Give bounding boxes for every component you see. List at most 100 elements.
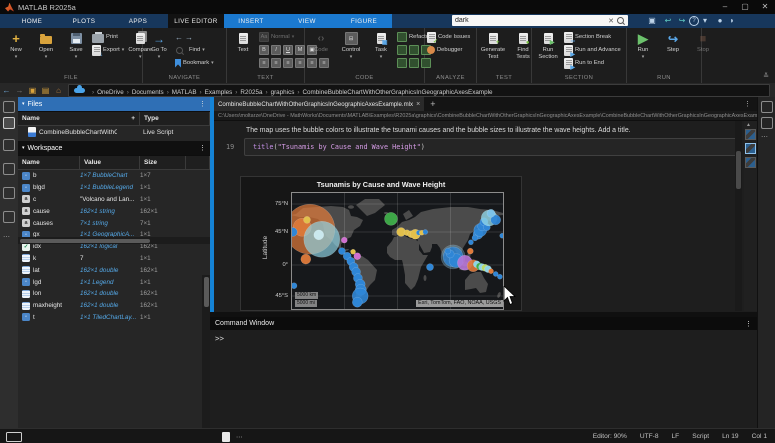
file-row[interactable]: CombineBubbleChartWithO...Live Script xyxy=(18,126,210,138)
variables-icon[interactable] xyxy=(3,163,15,175)
run-to-end-button[interactable]: ▶Run to End xyxy=(564,57,621,69)
ribbon-tab-live-editor[interactable]: LIVE EDITOR xyxy=(168,14,224,28)
go-to-button[interactable]: →Go To▾ xyxy=(145,30,173,71)
doc-paragraph[interactable]: The map uses the bubble colors to illust… xyxy=(246,127,726,134)
geographic-axes[interactable]: 75°N45°N0°45°S180°W90°W0°90°E180°E Latit… xyxy=(291,192,504,310)
panels-icon[interactable] xyxy=(3,101,15,113)
breadcrumb-item[interactable]: graphics xyxy=(271,89,295,96)
stop-button[interactable]: ■Stop xyxy=(689,30,717,71)
command-prompt[interactable]: >> xyxy=(210,330,757,343)
workspace-variable-row[interactable]: acauses7×1 string7×1 xyxy=(18,217,210,229)
workspace-vscrollbar[interactable] xyxy=(202,275,210,428)
breadcrumb[interactable]: ›OneDrive›Documents›MATLAB›Examples›R202… xyxy=(68,84,770,97)
workspace-variable-row[interactable]: maxheight162×1 double162×1 xyxy=(18,300,210,312)
editor-tab[interactable]: CombineBubbleChartWithOtherGraphicsInGeo… xyxy=(214,97,424,111)
open-folder-small-icon[interactable]: ▤ xyxy=(39,86,52,95)
history-icon[interactable] xyxy=(3,187,15,199)
tab-close-icon[interactable]: × xyxy=(416,101,420,108)
workspace-variable-row[interactable]: ◦lgd1×1 Legend1×1 xyxy=(18,276,210,288)
icon-row-button[interactable]: ←→ xyxy=(175,31,214,43)
keyboard-icon[interactable] xyxy=(6,432,22,442)
find-button[interactable]: Find▾ xyxy=(175,44,214,56)
code-block[interactable]: title("Tsunamis by Cause and Wave Height… xyxy=(244,138,738,156)
layout-grid-icon[interactable] xyxy=(3,117,15,129)
text-button[interactable]: Text xyxy=(229,30,257,71)
maximize-button[interactable]: ▢ xyxy=(735,0,755,14)
task-button[interactable]: ▣Task▾ xyxy=(367,30,395,71)
editor-document[interactable]: The map uses the bubble colors to illust… xyxy=(214,121,757,312)
files-kebab-icon[interactable]: ⋮ xyxy=(199,100,206,108)
editor-vscrollbar[interactable] xyxy=(735,121,742,311)
generate-test-button[interactable]: +Generate Test xyxy=(479,30,507,71)
workspace-variable-row[interactable]: lat162×1 double162×1 xyxy=(18,264,210,276)
more-icon[interactable]: ⋯ xyxy=(761,133,769,141)
ribbon-tab-home[interactable]: HOME xyxy=(10,14,54,28)
workspace-variable-row[interactable]: acause162×1 string162×1 xyxy=(18,205,210,217)
workspace-variable-row[interactable]: k71×1 xyxy=(18,253,210,265)
collapse-caret-icon[interactable]: ▾ xyxy=(22,145,25,151)
command-window-header[interactable]: Command Window ⋮ xyxy=(210,317,757,330)
apps-icon[interactable] xyxy=(3,211,15,223)
workspace-variable-row[interactable]: ◦blgd1×1 BubbleLegend1×1 xyxy=(18,182,210,194)
search-clear-icon[interactable]: ✕ xyxy=(606,17,616,25)
new-file-small-icon[interactable]: ▣ xyxy=(26,86,39,95)
undo-icon[interactable]: ↩ xyxy=(662,16,674,26)
print-button[interactable]: Print xyxy=(92,31,124,43)
dropdown-icon[interactable]: ▾ xyxy=(699,16,711,26)
breadcrumb-item[interactable]: Documents xyxy=(132,89,164,96)
workspace-panel-header[interactable]: ▾ Workspace ⋮ xyxy=(18,141,210,155)
window-icon[interactable] xyxy=(3,139,15,151)
minimize-button[interactable]: – xyxy=(715,0,735,14)
search-icon[interactable] xyxy=(617,17,624,24)
back-icon[interactable]: ← xyxy=(0,86,13,95)
search-input[interactable] xyxy=(452,17,606,24)
community-icon[interactable]: ● xyxy=(714,16,726,26)
code-issues-button[interactable]: ✓Code Issues xyxy=(427,31,470,43)
ribbon-tab-apps[interactable]: APPS xyxy=(116,14,160,28)
workspace-variable-row[interactable]: ◦t1×1 TiledChartLay...1×1 xyxy=(18,312,210,324)
new-button[interactable]: +New▾ xyxy=(2,30,30,71)
figure-output[interactable]: Tsunamis by Cause and Wave Height 75°N45… xyxy=(240,176,522,311)
files-panel-header[interactable]: ▾ Files ⋮ xyxy=(18,97,210,111)
rail-more-icon[interactable]: ⋯ xyxy=(3,233,11,241)
status-more-icon[interactable]: ⋯ xyxy=(236,433,243,441)
command-window[interactable]: Command Window ⋮ >> xyxy=(210,317,757,428)
figure-thumbnail[interactable] xyxy=(745,143,756,154)
doc-status-icon[interactable] xyxy=(222,432,230,442)
doc-search-box[interactable]: ✕ xyxy=(452,15,628,26)
thumb-up-icon[interactable]: ▲ xyxy=(746,122,751,128)
workspace-kebab-icon[interactable]: ⋮ xyxy=(199,144,206,152)
ribbon-tab-view[interactable]: VIEW xyxy=(284,14,330,28)
breadcrumb-item[interactable]: OneDrive xyxy=(97,89,124,96)
help-icon[interactable]: ? xyxy=(689,16,699,26)
control-button[interactable]: ⊟Control▾ xyxy=(337,30,365,71)
breadcrumb-item[interactable]: MATLAB xyxy=(172,89,197,96)
save-button[interactable]: Save▾ xyxy=(62,30,90,71)
step-button[interactable]: ↪Step xyxy=(659,30,687,71)
files-hscrollbar[interactable] xyxy=(18,237,210,244)
ribbon-tab-figure[interactable]: FIGURE xyxy=(336,14,392,28)
workspace-variable-row[interactable]: ac"Volcano and Lan...1×1 xyxy=(18,194,210,206)
up-folder-icon[interactable]: ⌂ xyxy=(52,86,65,95)
open-button[interactable]: Open▾ xyxy=(32,30,60,71)
run-button[interactable]: ▶Run▾ xyxy=(629,30,657,71)
files-column-headers[interactable]: Name+ Type xyxy=(18,111,210,126)
collapse-caret-icon[interactable]: ▾ xyxy=(22,101,25,107)
run-section-button[interactable]: ▶Run Section xyxy=(534,30,562,71)
export-button[interactable]: ↓Export▾ xyxy=(92,44,124,56)
run-and-advance-button[interactable]: ▶Run and Advance xyxy=(564,44,621,56)
redo-icon[interactable]: ↪ xyxy=(676,16,688,26)
cmd-kebab-icon[interactable]: ⋮ xyxy=(745,320,752,328)
ribbon-tab-insert[interactable]: INSERT xyxy=(226,14,276,28)
bookmark-button[interactable]: Bookmark▾ xyxy=(175,57,214,69)
code-button[interactable]: ‹›Code xyxy=(307,30,335,71)
section-break-button[interactable]: ═Section Break xyxy=(564,31,621,43)
ribbon-tab-plots[interactable]: PLOTS xyxy=(60,14,108,28)
breadcrumb-item[interactable]: Examples xyxy=(205,89,233,96)
new-tab-button[interactable]: + xyxy=(424,99,441,109)
collapse-ribbon-icon[interactable]: ≚ xyxy=(763,72,769,80)
add-column-icon[interactable]: + xyxy=(131,115,135,122)
breadcrumb-item[interactable]: R2025a xyxy=(240,89,262,96)
outline-panel-icon[interactable] xyxy=(761,117,773,129)
figure-thumbnail[interactable] xyxy=(745,157,756,168)
